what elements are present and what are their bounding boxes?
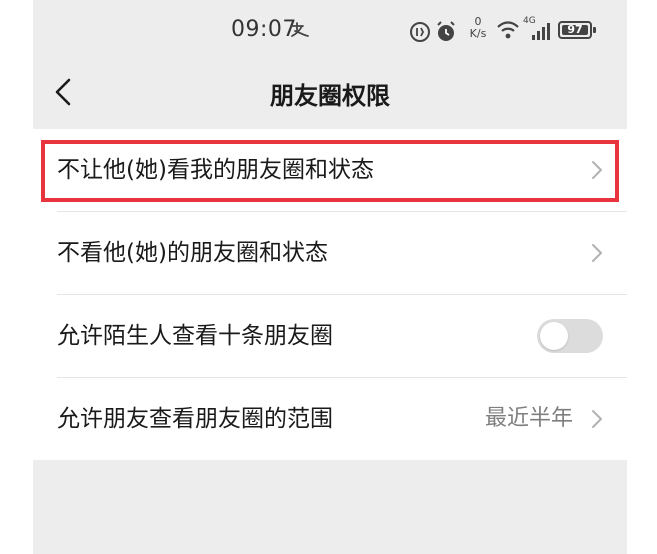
status-time: 09:07	[231, 17, 297, 42]
network-speed-unit: K/s	[469, 27, 487, 40]
battery-icon: 97	[558, 21, 596, 39]
list-item-stranger-view-ten: 允许陌生人查看十条朋友圈	[33, 295, 627, 377]
status-bar: 09:07 0 K/s 4G 97	[33, 0, 627, 62]
cellular-signal-icon	[531, 22, 551, 44]
list-item-label: 不让他(她)看我的朋友圈和状态	[57, 157, 374, 183]
page-title: 朋友圈权限	[270, 82, 390, 110]
phone-screen: 09:07 0 K/s 4G 97 朋友圈权限 不让他(她)看我的朋友圈和状态 …	[33, 0, 627, 554]
list-item-label: 不看他(她)的朋友圈和状态	[57, 240, 328, 266]
nav-bar: 朋友圈权限	[33, 62, 627, 126]
data-saver-icon	[409, 21, 431, 47]
list-item-label: 允许陌生人查看十条朋友圈	[57, 323, 333, 349]
battery-level: 97	[567, 23, 583, 36]
list-item-moments-visible-range[interactable]: 允许朋友查看朋友圈的范围 最近半年	[33, 378, 627, 460]
list-item-hide-their-moments[interactable]: 不看他(她)的朋友圈和状态	[33, 212, 627, 294]
list-item-label: 允许朋友查看朋友圈的范围	[57, 406, 333, 432]
list-item-hide-my-moments[interactable]: 不让他(她)看我的朋友圈和状态	[33, 129, 627, 211]
chevron-right-icon	[592, 161, 602, 179]
stranger-view-toggle[interactable]	[537, 319, 603, 353]
visible-range-value: 最近半年	[484, 406, 573, 431]
settings-list: 不让他(她)看我的朋友圈和状态 不看他(她)的朋友圈和状态 允许陌生人查看十条朋…	[33, 129, 627, 460]
wifi-icon	[496, 20, 520, 44]
alarm-icon	[435, 20, 457, 48]
alipay-icon	[289, 22, 311, 42]
toggle-knob	[540, 322, 568, 350]
chevron-right-icon	[592, 244, 602, 262]
network-speed: 0 K/s	[465, 16, 491, 40]
chevron-right-icon	[592, 410, 602, 428]
